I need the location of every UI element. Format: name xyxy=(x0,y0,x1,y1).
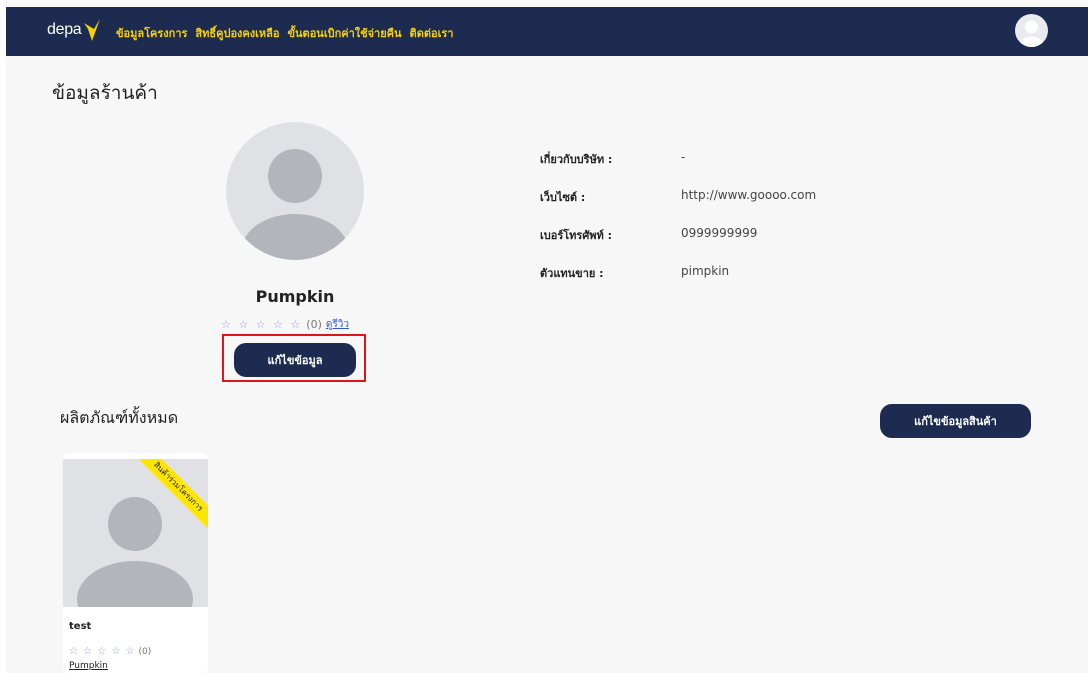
logo-arrow-icon xyxy=(84,19,100,41)
product-image[interactable]: สินค้าร่วมโครงการ xyxy=(63,459,208,607)
product-card[interactable]: สินค้าร่วมโครงการ test ☆ ☆ ☆ ☆ ☆ (0) Pum… xyxy=(63,453,208,673)
nav-contact-us[interactable]: ติดต่อเรา xyxy=(410,24,454,42)
rating-count: (0) xyxy=(138,646,152,657)
star-rating-icons: ☆ ☆ ☆ ☆ ☆ xyxy=(69,646,136,657)
shop-rating: ☆ ☆ ☆ ☆ ☆ (0) ดูรีวิว xyxy=(221,317,349,332)
view-reviews-link[interactable]: ดูรีวิว xyxy=(326,317,349,332)
info-value: pimpkin xyxy=(681,264,730,278)
user-avatar-icon[interactable] xyxy=(1015,14,1048,47)
info-label: ตัวแทนขาย : xyxy=(540,267,604,280)
info-row-phone: เบอร์โทรศัพท์ : 0999999999 xyxy=(540,226,816,264)
info-value: 0999999999 xyxy=(681,226,758,240)
nav-reimbursement-steps[interactable]: ขั้นตอนเบิกค่าใช้จ่ายคืน xyxy=(288,24,402,42)
page-title: ข้อมูลร้านค้า xyxy=(52,82,158,104)
edit-shop-button[interactable]: แก้ไขข้อมูล xyxy=(234,343,356,377)
edit-products-button[interactable]: แก้ไขข้อมูลสินค้า xyxy=(880,404,1031,438)
info-label: เกี่ยวกับบริษัท : xyxy=(540,153,613,166)
products-section-title: ผลิตภัณฑ์ทั้งหมด xyxy=(60,408,179,427)
user-placeholder-icon xyxy=(226,122,364,260)
rating-count: (0) xyxy=(306,318,322,331)
shop-info-table: เกี่ยวกับบริษัท : - เว็บไซต์ : http://ww… xyxy=(540,150,816,302)
star-rating-icons: ☆ ☆ ☆ ☆ ☆ xyxy=(221,318,303,331)
info-label: เบอร์โทรศัพท์ : xyxy=(540,229,613,242)
info-label: เว็บไซต์ : xyxy=(540,191,586,204)
info-row-website: เว็บไซต์ : http://www.goooo.com xyxy=(540,188,816,226)
info-row-about: เกี่ยวกับบริษัท : - xyxy=(540,150,816,188)
product-rating: ☆ ☆ ☆ ☆ ☆ (0) xyxy=(69,646,151,657)
depa-logo[interactable]: depa xyxy=(47,21,82,39)
info-value: - xyxy=(681,150,686,164)
nav-coupon-balance[interactable]: สิทธิ์คูปองคงเหลือ xyxy=(195,24,279,42)
nav-project-info[interactable]: ข้อมูลโครงการ xyxy=(116,24,187,42)
top-navbar: depa ข้อมูลโครงการ สิทธิ์คูปองคงเหลือ ขั… xyxy=(6,7,1088,56)
shop-name-text: Pumpkin xyxy=(255,287,335,306)
product-shop-link[interactable]: Pumpkin xyxy=(69,661,108,671)
product-name[interactable]: test xyxy=(69,621,91,632)
shop-name: Pumpkin xyxy=(0,287,590,306)
info-row-sales-rep: ตัวแทนขาย : pimpkin xyxy=(540,264,816,302)
nav-links: ข้อมูลโครงการ สิทธิ์คูปองคงเหลือ ขั้นตอน… xyxy=(116,24,453,42)
info-value: http://www.goooo.com xyxy=(681,188,817,202)
